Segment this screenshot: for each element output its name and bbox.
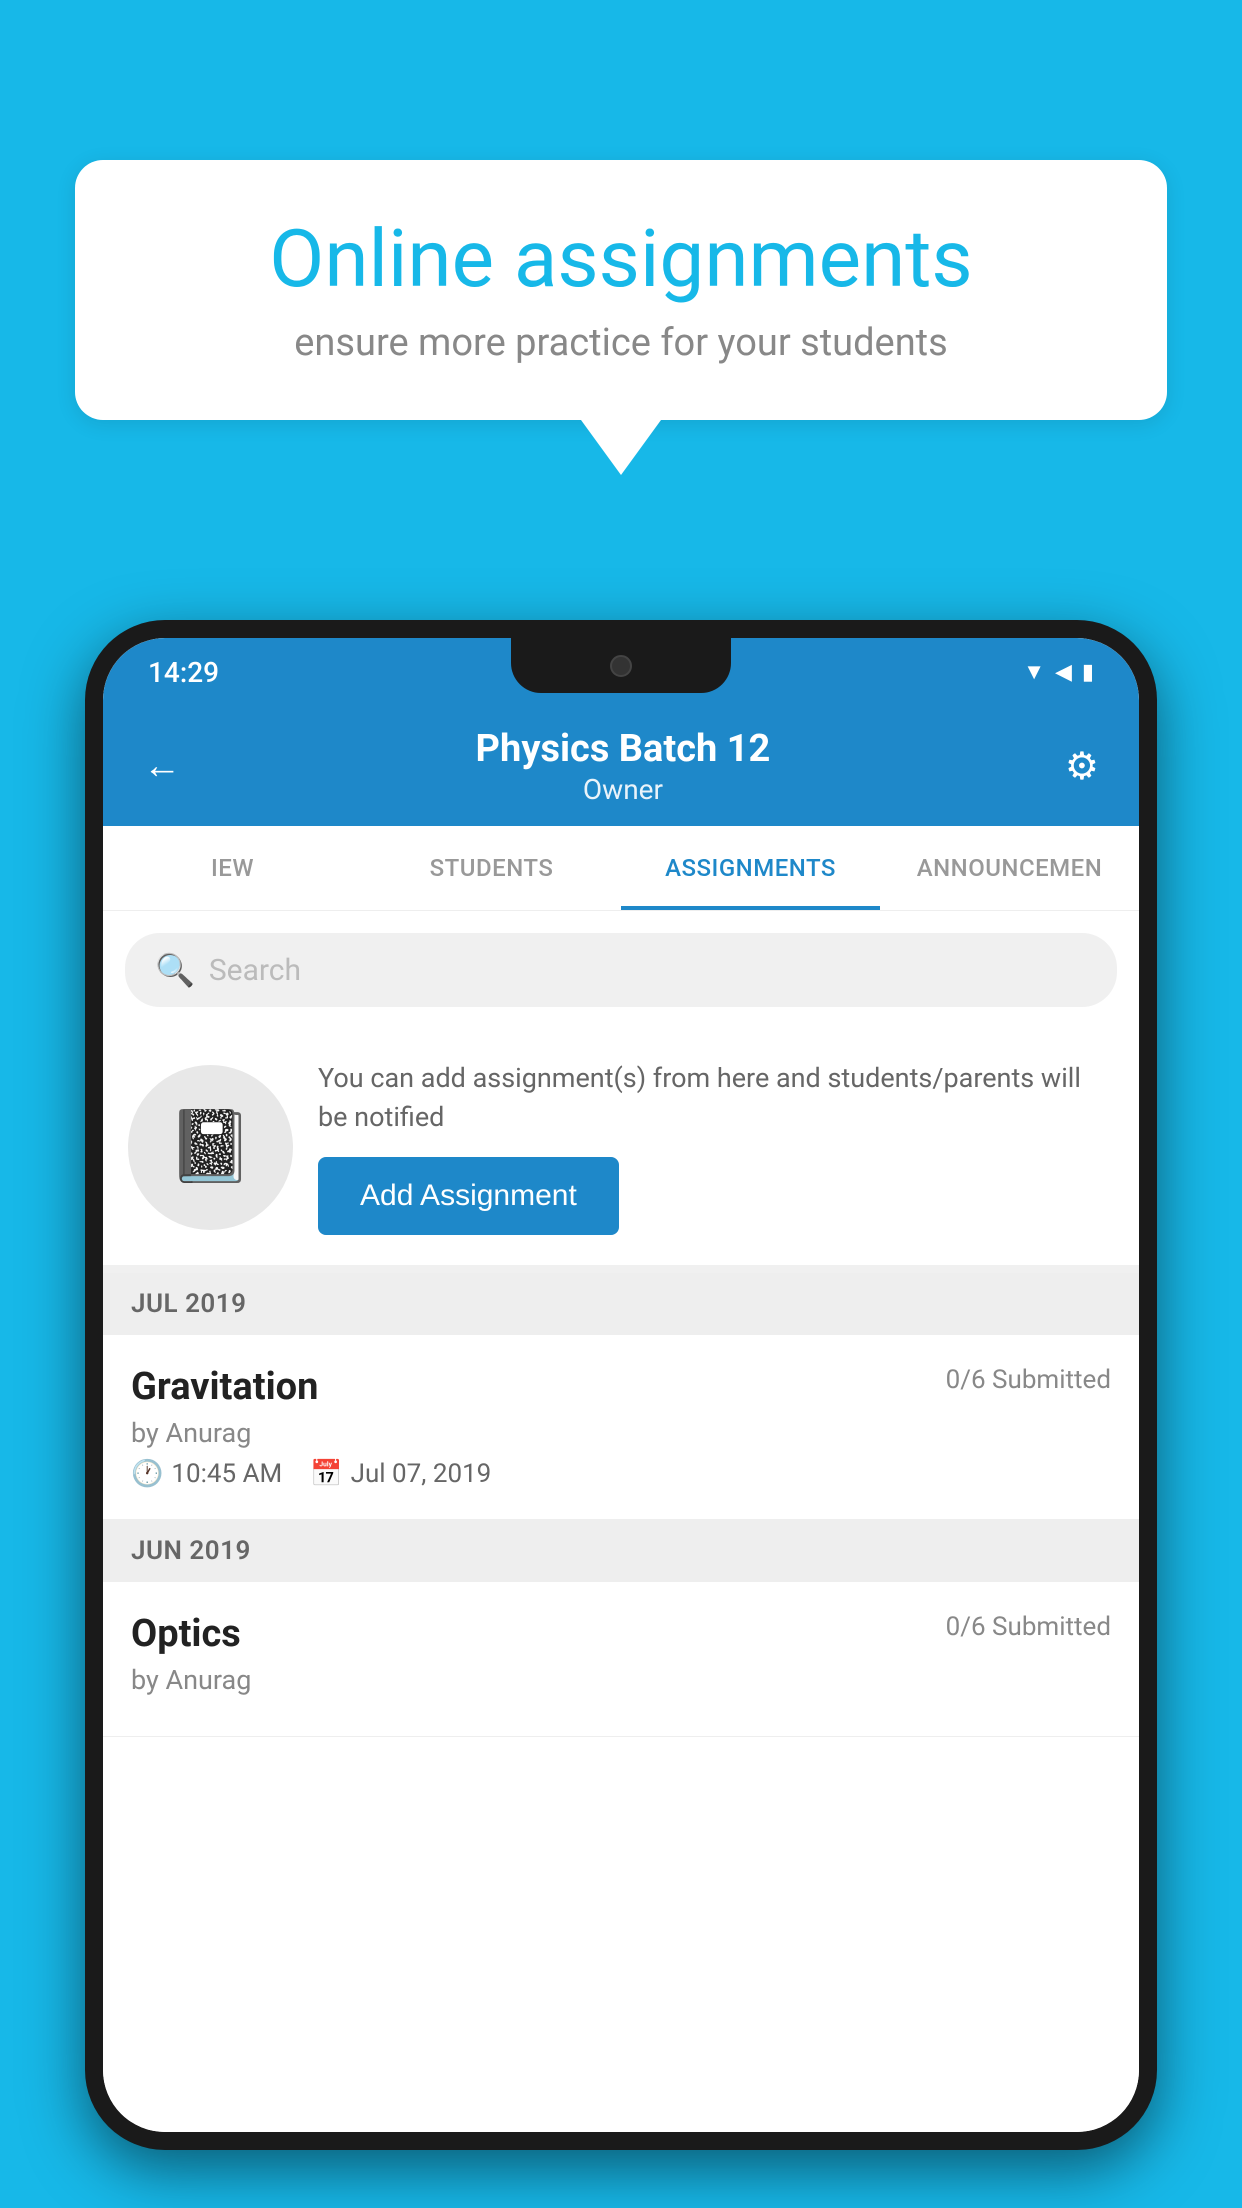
promo-icon-circle: 📓 [128, 1065, 293, 1230]
add-assignment-button[interactable]: Add Assignment [318, 1157, 619, 1235]
assignment-submitted-gravitation: 0/6 Submitted [946, 1365, 1111, 1395]
promo-section: 📓 You can add assignment(s) from here an… [103, 1029, 1139, 1273]
assignment-meta-gravitation: 🕐 10:45 AM 📅 Jul 07, 2019 [131, 1459, 1111, 1489]
tab-announcements[interactable]: ANNOUNCEMEN [880, 826, 1139, 910]
clock-icon: 🕐 [131, 1459, 163, 1489]
assignment-name-optics: Optics [131, 1612, 241, 1656]
header-title: Physics Batch 12 [181, 727, 1065, 771]
phone-screen: 14:29 ▼ ◀ ▮ ← Physics Batch 12 Owner ⚙ [103, 638, 1139, 2132]
speech-bubble-arrow [581, 420, 661, 475]
notebook-icon: 📓 [167, 1106, 254, 1188]
header-subtitle: Owner [181, 773, 1065, 806]
assignment-row-top: Gravitation 0/6 Submitted [131, 1365, 1111, 1409]
phone-frame: 14:29 ▼ ◀ ▮ ← Physics Batch 12 Owner ⚙ [85, 620, 1157, 2150]
section-header-jun: JUN 2019 [103, 1520, 1139, 1582]
search-container: 🔍 Search [103, 911, 1139, 1029]
signal-icon: ◀ [1055, 660, 1072, 685]
battery-icon: ▮ [1082, 660, 1094, 685]
calendar-icon: 📅 [310, 1459, 342, 1489]
tab-iew[interactable]: IEW [103, 826, 362, 910]
speech-bubble: Online assignments ensure more practice … [75, 160, 1167, 420]
speech-bubble-container: Online assignments ensure more practice … [75, 160, 1167, 475]
assignment-date-gravitation: 📅 Jul 07, 2019 [310, 1459, 491, 1489]
header-title-area: Physics Batch 12 Owner [181, 727, 1065, 806]
settings-icon[interactable]: ⚙ [1065, 744, 1099, 789]
assignment-name-gravitation: Gravitation [131, 1365, 318, 1409]
assignment-optics[interactable]: Optics 0/6 Submitted by Anurag [103, 1582, 1139, 1737]
assignment-author-gravitation: by Anurag [131, 1417, 1111, 1449]
tabs-bar: IEW STUDENTS ASSIGNMENTS ANNOUNCEMEN [103, 826, 1139, 911]
search-input-wrap[interactable]: 🔍 Search [125, 933, 1117, 1007]
promo-text-area: You can add assignment(s) from here and … [318, 1059, 1114, 1235]
assignment-time-gravitation: 🕐 10:45 AM [131, 1459, 282, 1489]
assignment-gravitation[interactable]: Gravitation 0/6 Submitted by Anurag 🕐 10… [103, 1335, 1139, 1520]
assignment-submitted-optics: 0/6 Submitted [946, 1612, 1111, 1642]
phone-container: 14:29 ▼ ◀ ▮ ← Physics Batch 12 Owner ⚙ [85, 620, 1157, 2208]
assignment-row-top-optics: Optics 0/6 Submitted [131, 1612, 1111, 1656]
speech-bubble-subtitle: ensure more practice for your students [140, 321, 1102, 365]
phone-notch [511, 638, 731, 693]
search-placeholder: Search [209, 953, 301, 988]
speech-bubble-title: Online assignments [140, 215, 1102, 303]
back-button[interactable]: ← [143, 744, 181, 788]
assignment-author-optics: by Anurag [131, 1664, 1111, 1696]
app-header: ← Physics Batch 12 Owner ⚙ [103, 706, 1139, 826]
phone-camera [610, 655, 632, 677]
promo-description: You can add assignment(s) from here and … [318, 1059, 1114, 1137]
status-time: 14:29 [148, 656, 219, 689]
tab-assignments[interactable]: ASSIGNMENTS [621, 826, 880, 910]
wifi-icon: ▼ [1023, 659, 1045, 685]
status-icons: ▼ ◀ ▮ [1023, 659, 1094, 685]
search-icon: 🔍 [155, 951, 195, 989]
tab-students[interactable]: STUDENTS [362, 826, 621, 910]
content-area: 🔍 Search 📓 You can add assignment(s) fro… [103, 911, 1139, 2132]
section-header-jul: JUL 2019 [103, 1273, 1139, 1335]
